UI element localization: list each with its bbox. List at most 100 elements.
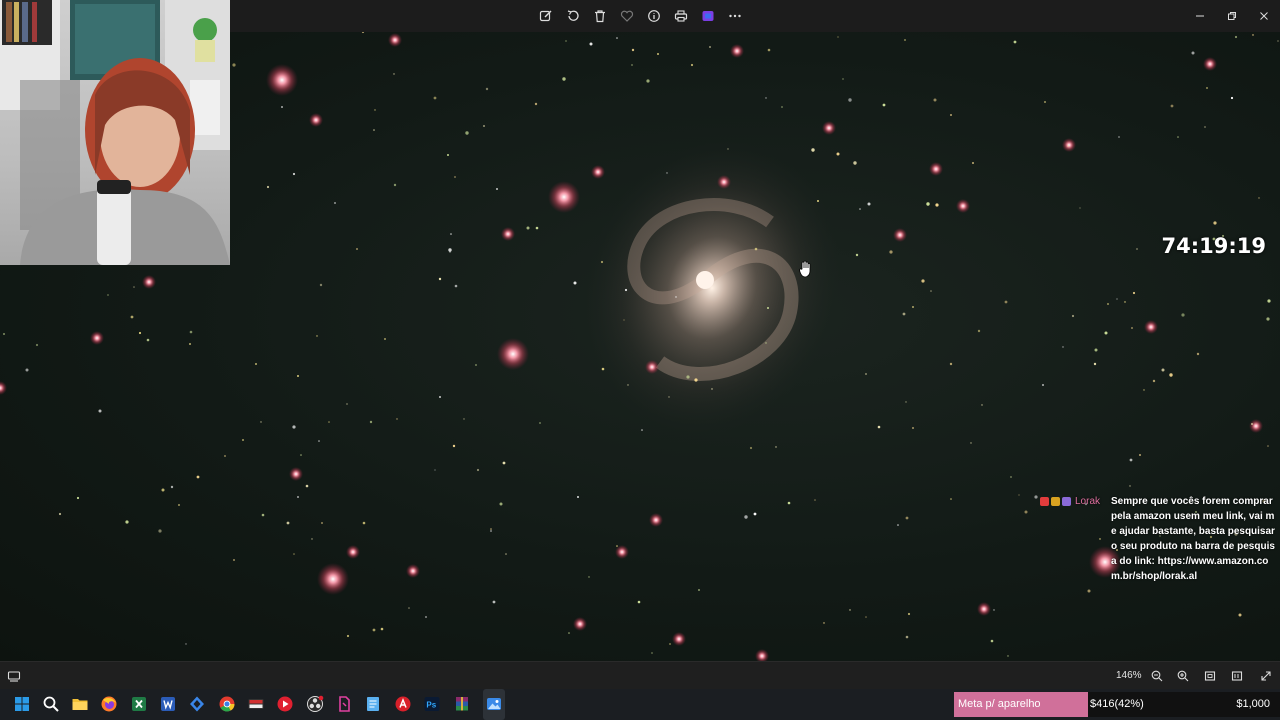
star [568, 632, 570, 634]
more-button[interactable] [723, 4, 747, 28]
star [1277, 40, 1279, 42]
star [396, 418, 398, 420]
taskbar-file-explorer[interactable] [70, 694, 90, 714]
red-star [346, 545, 360, 559]
star [346, 403, 348, 405]
red-star [266, 64, 298, 96]
print-button[interactable] [669, 4, 693, 28]
star [465, 131, 469, 135]
star [631, 48, 635, 52]
star [1129, 458, 1133, 462]
star [58, 512, 62, 516]
delete-button[interactable] [588, 4, 612, 28]
star [260, 421, 262, 423]
star [1118, 136, 1120, 138]
star [981, 404, 983, 406]
star [1258, 197, 1260, 199]
star [1007, 655, 1009, 657]
star [767, 48, 771, 52]
star [933, 98, 937, 102]
svg-text:Ps: Ps [426, 701, 436, 710]
star [490, 528, 492, 530]
close-button[interactable] [1248, 0, 1280, 32]
zoom-level[interactable]: 146% [1116, 670, 1142, 681]
star [261, 513, 265, 517]
taskbar-notepad[interactable] [363, 694, 383, 714]
star [1169, 373, 1173, 377]
app-pink-icon [339, 696, 350, 712]
star [475, 364, 477, 366]
taskbar-photoshop[interactable]: Ps [422, 694, 442, 714]
taskbar-obs[interactable] [305, 694, 325, 714]
star [196, 475, 200, 479]
favorite-button[interactable] [615, 4, 639, 28]
star [882, 103, 886, 107]
star [950, 114, 952, 116]
red-star [645, 360, 659, 374]
taskbar-firefox[interactable] [99, 694, 119, 714]
star [859, 208, 861, 210]
taskbar-word[interactable] [158, 694, 178, 714]
star [1079, 207, 1081, 209]
taskbar-excel[interactable] [129, 694, 149, 714]
filmstrip-toggle-icon[interactable] [7, 669, 21, 683]
star [266, 185, 270, 189]
fit-to-window-button[interactable] [1202, 668, 1218, 684]
star [1087, 589, 1091, 593]
star [817, 200, 819, 202]
star [977, 329, 981, 333]
clipchamp-icon [702, 11, 714, 21]
star [107, 294, 109, 296]
red-star [1144, 320, 1158, 334]
star [765, 97, 767, 99]
taskbar-app-blue[interactable] [187, 694, 207, 714]
star [904, 39, 906, 41]
star [319, 283, 323, 287]
star [161, 488, 165, 492]
clipchamp-button[interactable] [696, 4, 720, 28]
edit-image-button[interactable] [534, 4, 558, 28]
actual-size-button[interactable] [1229, 668, 1245, 684]
star [855, 253, 859, 257]
taskbar-app-red-play[interactable] [275, 694, 295, 714]
star [505, 553, 507, 555]
star [3, 333, 5, 335]
taskbar-app-streamer[interactable] [246, 694, 266, 714]
star [577, 496, 579, 498]
fullscreen-button[interactable] [1258, 668, 1274, 684]
star [935, 203, 939, 207]
chat-username[interactable]: Lorak [1075, 494, 1100, 509]
chat-message: Lorak Sempre que vocês forem comprar pel… [1040, 494, 1278, 584]
red-star [289, 467, 303, 481]
taskbar-photos[interactable] [484, 694, 504, 714]
taskbar-app-red-circle[interactable] [393, 694, 413, 714]
taskbar-winrar[interactable] [452, 694, 472, 714]
maximize-button[interactable] [1216, 0, 1248, 32]
star [686, 375, 690, 379]
star [1010, 476, 1012, 478]
zoom-out-icon [1151, 670, 1163, 682]
taskbar-search-button[interactable] [41, 694, 61, 714]
star [921, 279, 925, 283]
star [300, 454, 302, 456]
minimize-button[interactable] [1184, 0, 1216, 32]
star [1204, 126, 1206, 128]
rotate-button[interactable] [561, 4, 585, 28]
zoom-out-button[interactable] [1149, 668, 1165, 684]
star [1024, 510, 1028, 514]
star [698, 589, 700, 591]
star [823, 622, 825, 624]
info-button[interactable] [642, 4, 666, 28]
star [694, 378, 698, 382]
taskbar-app-pink[interactable] [334, 694, 354, 714]
taskbar-chrome[interactable] [217, 694, 237, 714]
star [35, 343, 39, 347]
star [490, 530, 492, 532]
star [438, 277, 442, 281]
star [1196, 352, 1200, 356]
galaxy-core [696, 271, 714, 289]
sub-badge-icon [1051, 497, 1060, 506]
zoom-in-button[interactable] [1175, 668, 1191, 684]
stream-timer: 74:19:19 [1161, 234, 1266, 258]
start-button[interactable] [12, 694, 32, 714]
